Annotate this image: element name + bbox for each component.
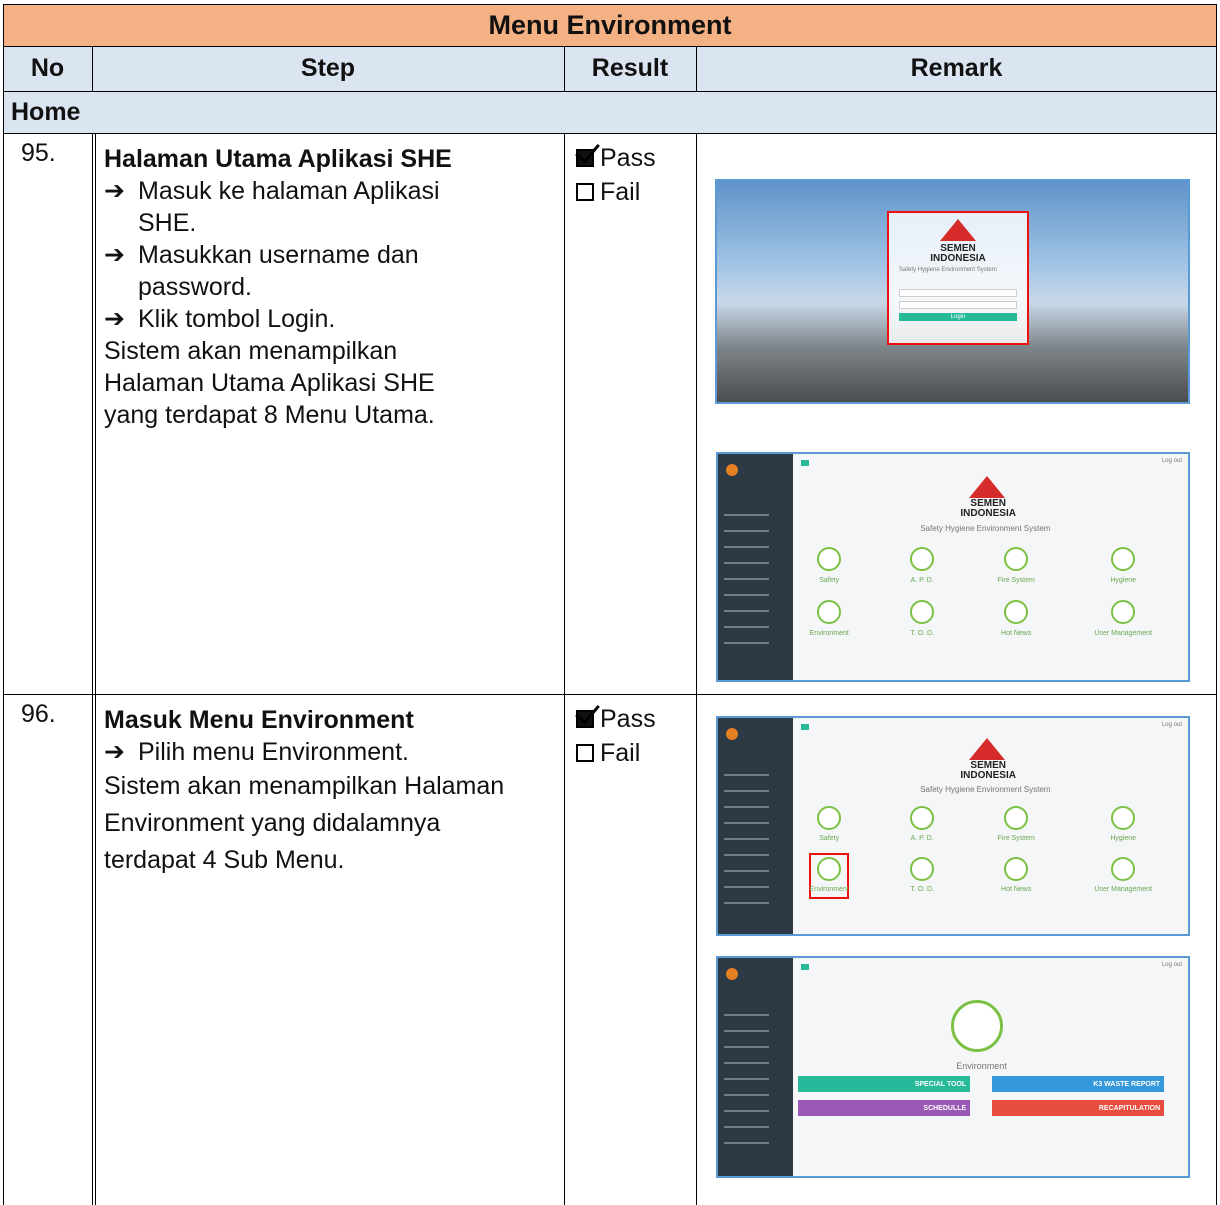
logo-text: SEMEN INDONESIA — [960, 498, 1016, 519]
recycle-icon — [951, 1000, 1004, 1052]
pass-option[interactable]: Pass — [575, 137, 696, 175]
login-box: SEMEN INDONESIA Safety Hygiene Environmen… — [887, 211, 1029, 345]
app-main: Log out SEMEN INDONESIA Safety Hygiene En… — [793, 454, 1188, 680]
arrow-icon: ➔ — [104, 177, 125, 205]
fire-system-icon[interactable] — [1004, 547, 1029, 571]
user-management-icon[interactable] — [1111, 600, 1136, 624]
logout-link[interactable]: Log out — [1162, 722, 1182, 728]
fail-option[interactable]: Fail — [576, 736, 696, 770]
username-input[interactable] — [899, 289, 1017, 297]
table-title: Menu Environment — [3, 4, 1217, 46]
logout-link[interactable]: Log out — [1162, 458, 1182, 464]
k3-waste-report-button[interactable]: K3 WASTE REPORT — [992, 1076, 1165, 1092]
special-tool-button[interactable]: SPECIAL TOOL — [798, 1076, 971, 1092]
apd-icon[interactable] — [910, 547, 935, 571]
home-screenshot: Log out SEMEN INDONESIA Safety Hygiene En… — [716, 452, 1190, 682]
logo-icon — [969, 738, 1006, 760]
menu-toggle-icon[interactable] — [801, 964, 810, 970]
logo-icon — [940, 219, 976, 241]
app-sidebar — [718, 454, 794, 680]
pass-option[interactable]: Pass — [575, 698, 696, 736]
checkbox-icon — [576, 183, 594, 201]
login-screenshot: SEMEN INDONESIA Safety Hygiene Environmen… — [715, 179, 1190, 404]
tod-icon[interactable] — [910, 600, 935, 624]
header-step: Step — [92, 46, 564, 91]
home-env-screenshot: Log out SEMEN INDONESIA Safety Hygiene En… — [716, 716, 1190, 936]
login-button[interactable]: Login — [899, 313, 1017, 321]
section-home: Home — [3, 91, 1217, 133]
menu-toggle-icon[interactable] — [801, 460, 810, 466]
app-main: Log out Environment SPECIAL TOOL K3 WAST… — [793, 958, 1188, 1176]
avatar — [726, 728, 738, 740]
apd-icon[interactable] — [910, 806, 935, 830]
arrow-icon: ➔ — [104, 241, 125, 269]
row-95-title: Halaman Utama Aplikasi SHE — [104, 145, 452, 173]
schedulle-button[interactable]: SCHEDULLE — [798, 1100, 971, 1116]
checkbox-icon — [576, 744, 594, 762]
app-sidebar — [718, 718, 794, 934]
arrow-icon: ➔ — [104, 305, 125, 333]
arrow-icon: ➔ — [104, 738, 125, 766]
environment-icon[interactable] — [817, 857, 842, 881]
step-item: ➔ Masukkan username dan password. — [104, 241, 419, 301]
fail-option[interactable]: Fail — [576, 175, 696, 209]
header-remark: Remark — [696, 46, 1217, 91]
user-management-icon[interactable] — [1111, 857, 1136, 881]
logo-icon — [969, 476, 1006, 498]
header-no: No — [3, 46, 92, 91]
menu-toggle-icon[interactable] — [801, 724, 810, 730]
checked-box-icon — [575, 698, 600, 728]
step-item: ➔ Masuk ke halaman Aplikasi SHE. — [104, 177, 440, 237]
header-result: Result — [564, 46, 696, 91]
step-item: ➔ Klik tombol Login. — [104, 305, 336, 333]
environment-icon[interactable] — [817, 600, 842, 624]
password-input[interactable] — [899, 301, 1017, 309]
environment-screenshot: Log out Environment SPECIAL TOOL K3 WAST… — [716, 956, 1190, 1178]
row-95-desc: Sistem akan menampilkan Halaman Utama Ap… — [104, 337, 435, 429]
app-sidebar — [718, 958, 794, 1176]
recapitulation-button[interactable]: RECAPITULATION — [992, 1100, 1165, 1116]
step-item: ➔ Pilih menu Environment. — [104, 738, 409, 766]
hot-news-icon[interactable] — [1004, 600, 1029, 624]
row-95-step: Halaman Utama Aplikasi SHE ➔ Masuk ke hal… — [92, 133, 564, 431]
hot-news-icon[interactable] — [1004, 857, 1029, 881]
row-96-title: Masuk Menu Environment — [104, 706, 414, 734]
test-table: Menu Environment No Step Result Remark H… — [3, 4, 1217, 1205]
safety-icon[interactable] — [817, 806, 842, 830]
logout-link[interactable]: Log out — [1162, 962, 1182, 968]
logo-text: SEMEN INDONESIA — [930, 243, 986, 264]
row-95-result: Pass Fail — [564, 133, 696, 209]
hygiene-icon[interactable] — [1111, 806, 1136, 830]
safety-icon[interactable] — [817, 547, 842, 571]
hygiene-icon[interactable] — [1111, 547, 1136, 571]
row-96-no: 96. — [21, 700, 56, 728]
checked-box-icon — [575, 137, 600, 167]
row-96-desc: Sistem akan menampilkan Halaman Environm… — [104, 772, 505, 874]
avatar — [726, 968, 738, 980]
fire-system-icon[interactable] — [1004, 806, 1029, 830]
avatar — [726, 464, 738, 476]
row-96-result: Pass Fail — [564, 694, 696, 770]
app-main: Log out SEMEN INDONESIA Safety Hygiene En… — [793, 718, 1188, 934]
tod-icon[interactable] — [910, 857, 935, 881]
row-95-no: 95. — [21, 139, 56, 167]
row-96-step: Masuk Menu Environment ➔ Pilih menu Envir… — [92, 694, 564, 879]
env-title: Environment — [956, 1061, 1007, 1071]
logo-text: SEMEN INDONESIA — [960, 760, 1016, 781]
